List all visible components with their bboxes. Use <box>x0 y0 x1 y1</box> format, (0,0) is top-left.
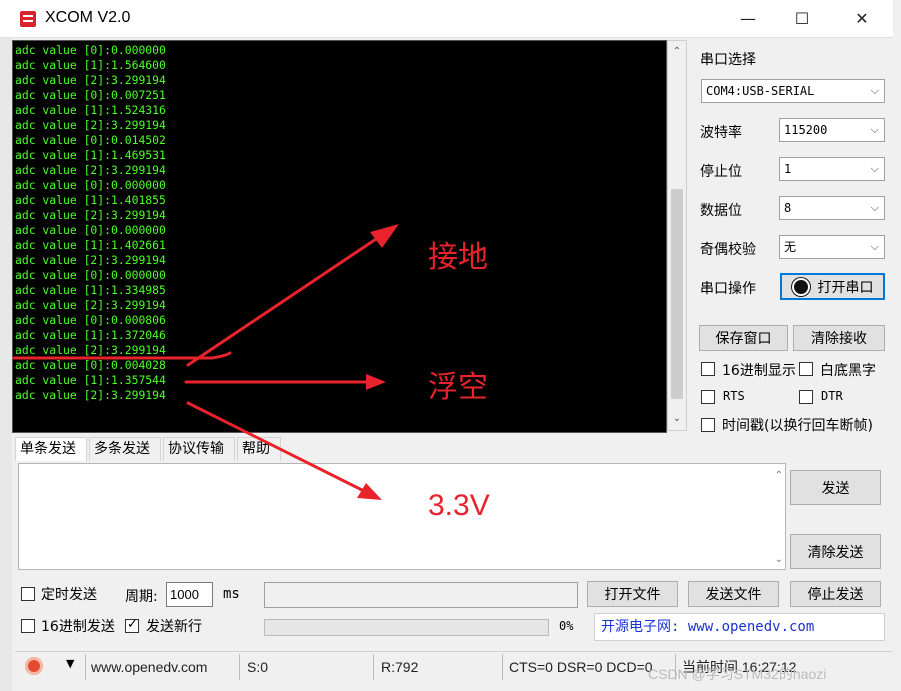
annotation-3v3: 3.3V <box>428 489 490 522</box>
annotation-ground: 接地 <box>428 240 488 275</box>
separator-hook <box>210 351 232 360</box>
arrow-ground <box>186 231 387 367</box>
arrowhead-ground <box>370 224 399 248</box>
annotation-arrows <box>12 224 399 500</box>
arrowhead-floating <box>366 374 386 390</box>
annotation-floating: 浮空 <box>428 370 488 405</box>
arrowhead-3v3 <box>357 483 382 500</box>
arrow-3v3 <box>186 401 370 495</box>
watermark: CSDN @学习STM32的haozi <box>648 666 827 682</box>
